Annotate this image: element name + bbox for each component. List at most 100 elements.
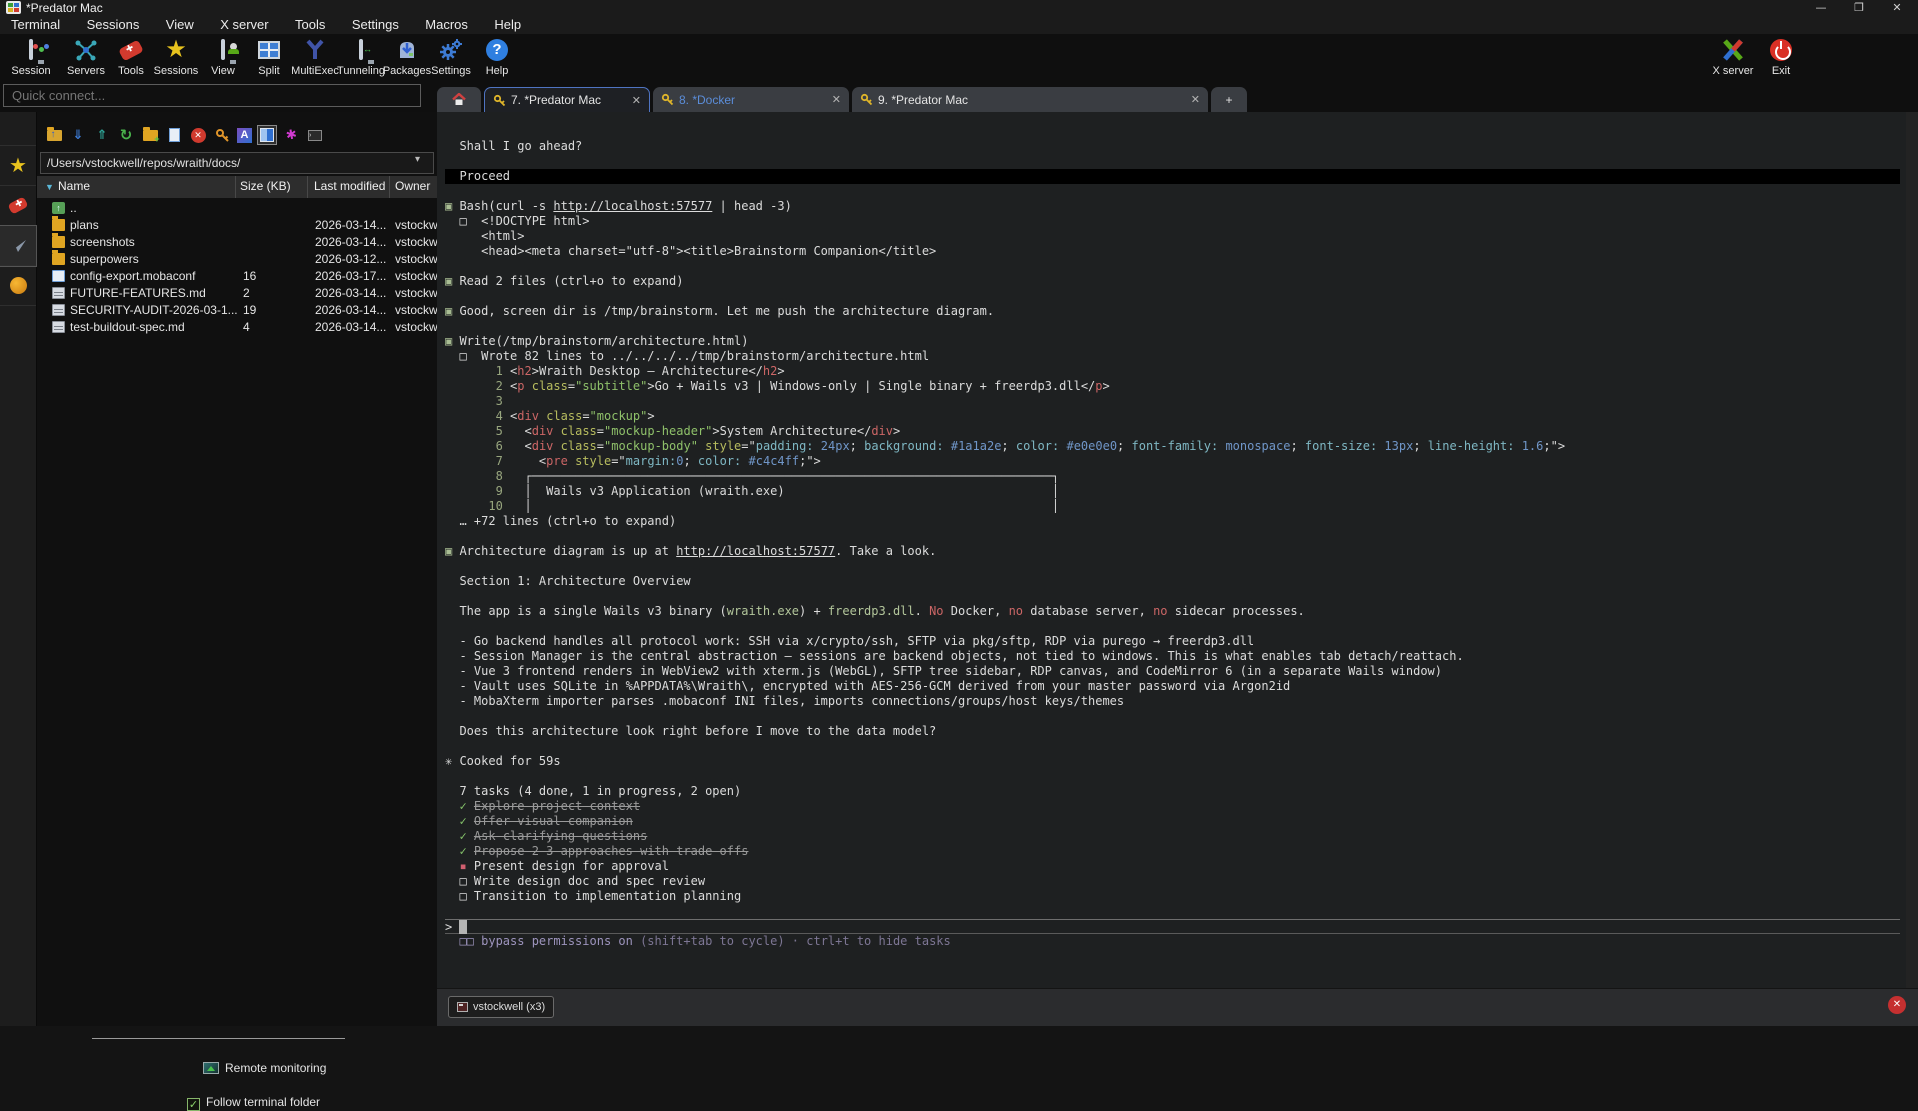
file-row[interactable]: FUTURE-FEATURES.md22026-03-14...vstockw xyxy=(37,285,437,302)
dual-pane-icon[interactable] xyxy=(258,126,276,144)
sort-icon: ▼ xyxy=(45,182,54,192)
menu-help[interactable]: Help xyxy=(483,16,532,33)
terminal-line: Shall I go ahead? xyxy=(445,139,1906,154)
menu-view[interactable]: View xyxy=(155,16,205,33)
terminal-output[interactable]: Shall I go ahead? Proceed▣ Bash(curl -s … xyxy=(437,112,1906,988)
close-session-icon[interactable]: ✕ xyxy=(1888,996,1906,1014)
globe-icon xyxy=(10,277,27,294)
tools-tab[interactable] xyxy=(0,186,36,226)
terminal-line: ▣ Bash(curl -s http://localhost:57577 | … xyxy=(445,199,1906,214)
close-button[interactable]: ✕ xyxy=(1880,0,1914,16)
file-row[interactable]: test-buildout-spec.md42026-03-14...vstoc… xyxy=(37,319,437,336)
menu-x-server[interactable]: X server xyxy=(209,16,279,33)
follow-terminal-folder-checkbox[interactable]: ✓Follow terminal folder xyxy=(187,1095,320,1111)
terminal-icon[interactable]: › xyxy=(306,126,324,144)
file-row[interactable]: SECURITY-AUDIT-2026-03-1...192026-03-14.… xyxy=(37,302,437,319)
file-owner: vstockw xyxy=(395,235,438,249)
window-title: *Predator Mac xyxy=(26,1,103,15)
sessions-star-tab[interactable]: ★ xyxy=(0,146,36,186)
file-owner: vstockw xyxy=(395,252,438,266)
col-owner[interactable]: Owner xyxy=(395,179,430,193)
tab-9-predator-mac[interactable]: 9. *Predator Mac ✕ xyxy=(852,87,1208,112)
file-row[interactable]: screenshots2026-03-14...vstockw xyxy=(37,234,437,251)
tunneling-monitor-icon: ↔ xyxy=(359,41,363,59)
session-tab-vstockwell[interactable]: vstockwell (x3) xyxy=(448,996,554,1018)
terminal-line: 1 <h2>Wraith Desktop — Architecture</h2> xyxy=(445,364,1906,379)
tab-close-icon[interactable]: ✕ xyxy=(824,93,841,106)
tab-home[interactable] xyxy=(437,87,481,112)
file-date: 2026-03-17... xyxy=(315,269,386,283)
terminal-line: ✓ Ask clarifying questions xyxy=(445,829,1906,844)
tab-8-docker[interactable]: 8. *Docker ✕ xyxy=(653,87,849,112)
folder-up-icon[interactable]: ↑ xyxy=(45,126,63,144)
plus-icon: + xyxy=(1225,93,1232,107)
col-size[interactable]: Size (KB) xyxy=(240,179,291,193)
help-button[interactable]: ? Help xyxy=(466,36,528,77)
file-row[interactable]: config-export.mobaconf162026-03-17...vst… xyxy=(37,268,437,285)
session-tabstrip: 7. *Predator Mac ✕ 8. *Docker ✕ 9. *Pred… xyxy=(437,84,1247,112)
terminal-line: - Vault uses SQLite in %APPDATA%\Wraith\… xyxy=(445,679,1906,694)
home-icon xyxy=(452,93,466,106)
parent-dir-icon: ↑ xyxy=(52,202,65,214)
terminal-line: 7 <pre style="margin:0; color: #c4c4ff;"… xyxy=(445,454,1906,469)
new-tab-button[interactable]: + xyxy=(1211,87,1247,112)
ascii-icon[interactable]: A xyxy=(237,128,252,143)
folder-icon xyxy=(52,219,65,231)
download-icon[interactable]: ⇓ xyxy=(69,126,87,144)
terminal-line xyxy=(445,289,1906,304)
terminal-line: ▣ Read 2 files (ctrl+o to expand) xyxy=(445,274,1906,289)
exit-button[interactable]: Exit xyxy=(1750,36,1812,77)
file-owner: vstockw xyxy=(395,218,438,232)
col-modified[interactable]: Last modified xyxy=(314,179,385,193)
menu-sessions[interactable]: Sessions xyxy=(76,16,151,33)
file-date: 2026-03-14... xyxy=(315,286,386,300)
tab-close-icon[interactable]: ✕ xyxy=(1183,93,1200,106)
multiexec-y-icon xyxy=(303,38,327,62)
upload-icon[interactable]: ⇑ xyxy=(93,126,111,144)
path-dropdown-icon[interactable]: ▾ xyxy=(415,154,420,165)
tools-knife-icon xyxy=(118,39,144,61)
view-monitor-user-icon xyxy=(221,41,225,59)
file-size: 19 xyxy=(243,303,256,317)
file-icon xyxy=(52,304,65,316)
key-icon xyxy=(860,93,873,106)
file-row[interactable]: superpowers2026-03-12...vstockw xyxy=(37,251,437,268)
file-row[interactable]: plans2026-03-14...vstockw xyxy=(37,217,437,234)
quick-connect-input[interactable] xyxy=(3,84,421,107)
path-input[interactable] xyxy=(40,152,434,174)
remote-monitoring-button[interactable]: Remote monitoring xyxy=(203,1061,326,1075)
menu-settings[interactable]: Settings xyxy=(341,16,410,33)
maximize-button[interactable]: ❐ xyxy=(1842,0,1876,16)
mobaxterm-app-icon xyxy=(6,1,21,14)
key-icon[interactable] xyxy=(213,126,231,144)
session-button[interactable]: Session xyxy=(0,36,62,77)
key-icon xyxy=(661,93,674,106)
terminal-line: □ Transition to implementation planning xyxy=(445,889,1906,904)
col-name[interactable]: Name xyxy=(58,179,90,193)
file-icon xyxy=(52,321,65,333)
tab-close-icon[interactable]: ✕ xyxy=(624,94,641,107)
new-folder-icon[interactable]: + xyxy=(141,126,159,144)
right-sidebar-handle[interactable] xyxy=(1906,112,1918,990)
file-row[interactable]: ↑.. xyxy=(37,200,437,217)
new-file-icon[interactable] xyxy=(165,126,183,144)
tab-row: 7. *Predator Mac ✕ 8. *Docker ✕ 9. *Pred… xyxy=(0,80,1918,112)
menu-terminal[interactable]: Terminal xyxy=(0,16,71,33)
refresh-icon[interactable]: ↻ xyxy=(117,126,135,144)
menu-tools[interactable]: Tools xyxy=(284,16,336,33)
sftp-tab[interactable] xyxy=(0,226,36,266)
terminal-line: - Go backend handles all protocol work: … xyxy=(445,634,1906,649)
file-date: 2026-03-14... xyxy=(315,218,386,232)
split-grid-icon xyxy=(258,41,280,59)
menu-macros[interactable]: Macros xyxy=(414,16,479,33)
tab-7-predator-mac[interactable]: 7. *Predator Mac ✕ xyxy=(484,87,650,112)
file-name: FUTURE-FEATURES.md xyxy=(70,286,206,300)
terminal-line xyxy=(445,259,1906,274)
terminal-line xyxy=(445,709,1906,724)
macros-tab[interactable] xyxy=(0,266,36,306)
file-owner: vstockw xyxy=(395,320,438,334)
terminal-line: □ Write design doc and spec review xyxy=(445,874,1906,889)
delete-icon[interactable]: ✕ xyxy=(189,126,207,144)
minimize-button[interactable]: — xyxy=(1804,0,1838,16)
wand-icon[interactable]: ✱ xyxy=(282,126,300,144)
